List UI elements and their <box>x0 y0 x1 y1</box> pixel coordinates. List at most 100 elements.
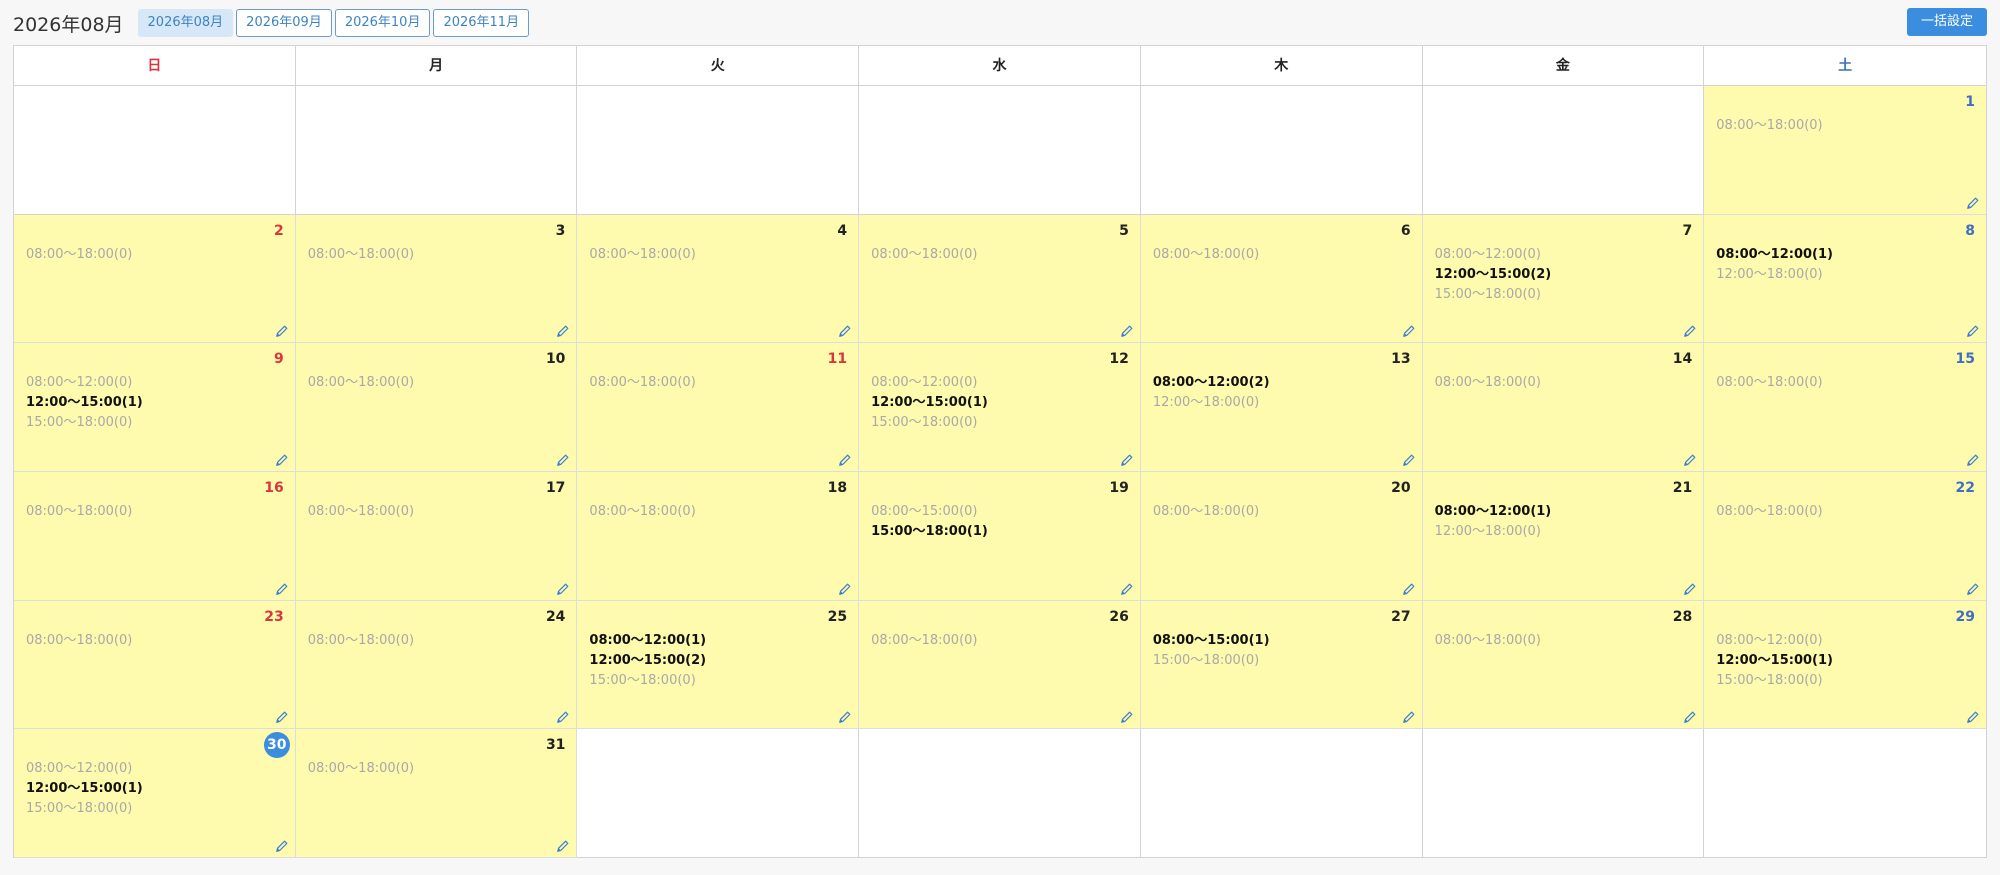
weekday-header-row: 日 月 火 水 木 金 土 <box>14 46 1986 86</box>
pencil-icon[interactable] <box>1966 581 1980 595</box>
month-tab-2026-09[interactable]: 2026年09月 <box>236 9 332 37</box>
empty-day-cell <box>14 86 296 215</box>
time-slot: 08:00〜18:00(0) <box>1152 504 1260 519</box>
calendar-day-cell[interactable]: 6 08:00〜18:00(0) <box>1140 214 1423 344</box>
day-number: 22 <box>1955 480 1975 496</box>
calendar-day-cell[interactable]: 15 08:00〜18:00(0) <box>1704 343 1986 472</box>
calendar-day-cell[interactable]: 26 08:00〜18:00(0) <box>859 600 1141 730</box>
calendar-day-cell[interactable]: 24 08:00〜18:00(0) <box>295 600 578 730</box>
empty-day-cell <box>577 86 860 215</box>
pencil-icon[interactable] <box>1402 452 1416 466</box>
calendar-header: 2026年08月 2026年08月 2026年09月 2026年10月 2026… <box>13 8 1987 38</box>
pencil-icon[interactable] <box>1120 452 1134 466</box>
pencil-icon[interactable] <box>1120 581 1134 595</box>
weekday-wed: 水 <box>859 46 1141 86</box>
calendar-day-cell[interactable]: 30 08:00〜12:00(0) 12:00〜15:00(1) 15:00〜18:0… <box>14 729 296 858</box>
pencil-icon[interactable] <box>1683 452 1697 466</box>
day-number: 26 <box>1109 608 1129 625</box>
calendar-day-cell[interactable]: 23 08:00〜18:00(0) <box>14 600 296 730</box>
calendar-day-cell[interactable]: 13 08:00〜12:00(2) 12:00〜18:00(0) <box>1140 343 1423 472</box>
pencil-icon[interactable] <box>556 709 570 724</box>
pencil-icon[interactable] <box>556 581 570 595</box>
pencil-icon[interactable] <box>1402 709 1416 724</box>
time-slot: 08:00〜18:00(0) <box>307 632 415 648</box>
calendar-day-cell[interactable]: 17 08:00〜18:00(0) <box>295 472 578 601</box>
time-slot-list: 08:00〜18:00(0) <box>1435 631 1541 651</box>
time-slot: 08:00〜18:00(0) <box>307 504 415 519</box>
calendar-day-cell[interactable]: 14 08:00〜18:00(0) <box>1422 343 1705 472</box>
time-slot-booked: 12:00〜15:00(1) <box>26 395 143 411</box>
calendar-day-cell[interactable]: 19 08:00〜15:00(0) 15:00〜18:00(1) <box>859 472 1141 601</box>
calendar-day-cell[interactable]: 1 08:00〜18:00(0) <box>1704 86 1986 215</box>
pencil-icon[interactable] <box>838 709 852 724</box>
pencil-icon[interactable] <box>275 581 289 595</box>
day-number: 19 <box>1109 480 1129 496</box>
bulk-settings-button[interactable]: 一括設定 <box>1906 8 1987 36</box>
calendar-day-cell[interactable]: 10 08:00〜18:00(0) <box>295 343 578 472</box>
calendar-day-cell[interactable]: 27 08:00〜15:00(1) 15:00〜18:00(0) <box>1140 600 1423 730</box>
calendar-day-cell[interactable]: 9 08:00〜12:00(0) 12:00〜15:00(1) 15:00〜18:00… <box>14 343 296 472</box>
day-number: 2 <box>273 222 284 239</box>
calendar-day-cell[interactable]: 16 08:00〜18:00(0) <box>14 472 296 601</box>
calendar-day-cell[interactable]: 18 08:00〜18:00(0) <box>577 472 860 601</box>
time-slot: 08:00〜15:00(0) <box>871 504 978 519</box>
pencil-icon[interactable] <box>275 709 289 724</box>
pencil-icon[interactable] <box>556 838 570 852</box>
time-slot-list: 08:00〜15:00(1) 15:00〜18:00(0) <box>1153 631 1270 671</box>
calendar-day-cell[interactable]: 5 08:00〜18:00(0) <box>859 214 1141 344</box>
pencil-icon[interactable] <box>275 323 289 338</box>
pencil-icon[interactable] <box>838 581 852 595</box>
day-number: 28 <box>1672 608 1693 625</box>
pencil-icon[interactable] <box>838 323 852 338</box>
pencil-icon[interactable] <box>556 323 570 338</box>
pencil-icon[interactable] <box>1683 709 1697 724</box>
time-slot: 08:00〜12:00(0) <box>26 761 133 777</box>
calendar-day-cell[interactable]: 8 08:00〜12:00(1) 12:00〜18:00(0) <box>1704 214 1986 344</box>
pencil-icon[interactable] <box>275 452 289 466</box>
calendar-day-cell[interactable]: 2 08:00〜18:00(0) <box>14 214 296 344</box>
calendar-day-cell[interactable]: 21 08:00〜12:00(1) 12:00〜18:00(0) <box>1422 472 1705 601</box>
calendar-day-cell[interactable]: 3 08:00〜18:00(0) <box>295 214 578 344</box>
pencil-icon[interactable] <box>1120 323 1134 338</box>
time-slot-list: 08:00〜18:00(0) <box>589 373 695 393</box>
time-slot-booked: 08:00〜12:00(1) <box>1434 504 1552 519</box>
time-slot: 15:00〜18:00(0) <box>1716 672 1823 688</box>
pencil-icon[interactable] <box>1966 323 1980 338</box>
time-slot-booked: 08:00〜12:00(2) <box>1152 375 1270 391</box>
pencil-icon[interactable] <box>556 452 570 466</box>
time-slot-booked: 12:00〜15:00(1) <box>871 395 988 411</box>
pencil-icon[interactable] <box>1966 709 1980 724</box>
pencil-icon[interactable] <box>1402 581 1416 595</box>
calendar-day-cell[interactable]: 12 08:00〜12:00(0) 12:00〜15:00(1) 15:00〜18:0… <box>859 343 1141 472</box>
month-tab-2026-10[interactable]: 2026年10月 <box>334 9 431 37</box>
time-slot-list: 08:00〜12:00(0) 12:00〜15:00(1) 15:00〜18:00(… <box>26 759 143 819</box>
calendar-day-cell[interactable]: 25 08:00〜12:00(1) 12:00〜15:00(2) 15:00〜18:0… <box>577 600 860 730</box>
empty-day-cell <box>859 86 1141 215</box>
pencil-icon[interactable] <box>838 452 852 466</box>
pencil-icon[interactable] <box>1966 452 1980 466</box>
pencil-icon[interactable] <box>275 838 289 852</box>
pencil-icon[interactable] <box>1966 195 1980 209</box>
time-slot: 12:00〜18:00(0) <box>1716 266 1823 282</box>
time-slot-list: 08:00〜18:00(0) <box>589 502 695 522</box>
time-slot: 15:00〜18:00(0) <box>589 672 696 688</box>
month-tab-2026-11[interactable]: 2026年11月 <box>433 9 530 37</box>
time-slot: 08:00〜12:00(0) <box>871 375 978 391</box>
calendar-day-cell[interactable]: 4 08:00〜18:00(0) <box>577 214 860 344</box>
calendar-day-cell[interactable]: 28 08:00〜18:00(0) <box>1422 600 1705 730</box>
pencil-icon[interactable] <box>1683 323 1697 338</box>
time-slot-booked: 15:00〜18:00(1) <box>871 524 988 539</box>
calendar-day-cell[interactable]: 7 08:00〜12:00(0) 12:00〜15:00(2) 15:00〜18:00… <box>1422 214 1705 344</box>
calendar-day-cell[interactable]: 11 08:00〜18:00(0) <box>577 343 860 472</box>
pencil-icon[interactable] <box>1402 323 1416 338</box>
month-tab-2026-08[interactable]: 2026年08月 <box>137 9 234 37</box>
time-slot: 15:00〜18:00(0) <box>1434 286 1541 302</box>
calendar-day-cell[interactable]: 31 08:00〜18:00(0) <box>295 729 578 858</box>
pencil-icon[interactable] <box>1683 581 1697 595</box>
today-day-number: 30 <box>263 732 290 759</box>
calendar-day-cell[interactable]: 22 08:00〜18:00(0) <box>1704 472 1986 601</box>
pencil-icon[interactable] <box>1120 709 1134 724</box>
calendar-day-cell[interactable]: 20 08:00〜18:00(0) <box>1140 472 1423 601</box>
calendar-day-cell[interactable]: 29 08:00〜12:00(0) 12:00〜15:00(1) 15:00〜18:0… <box>1704 600 1986 730</box>
month-tabs: 2026年08月 2026年09月 2026年10月 2026年11月 <box>137 9 530 37</box>
